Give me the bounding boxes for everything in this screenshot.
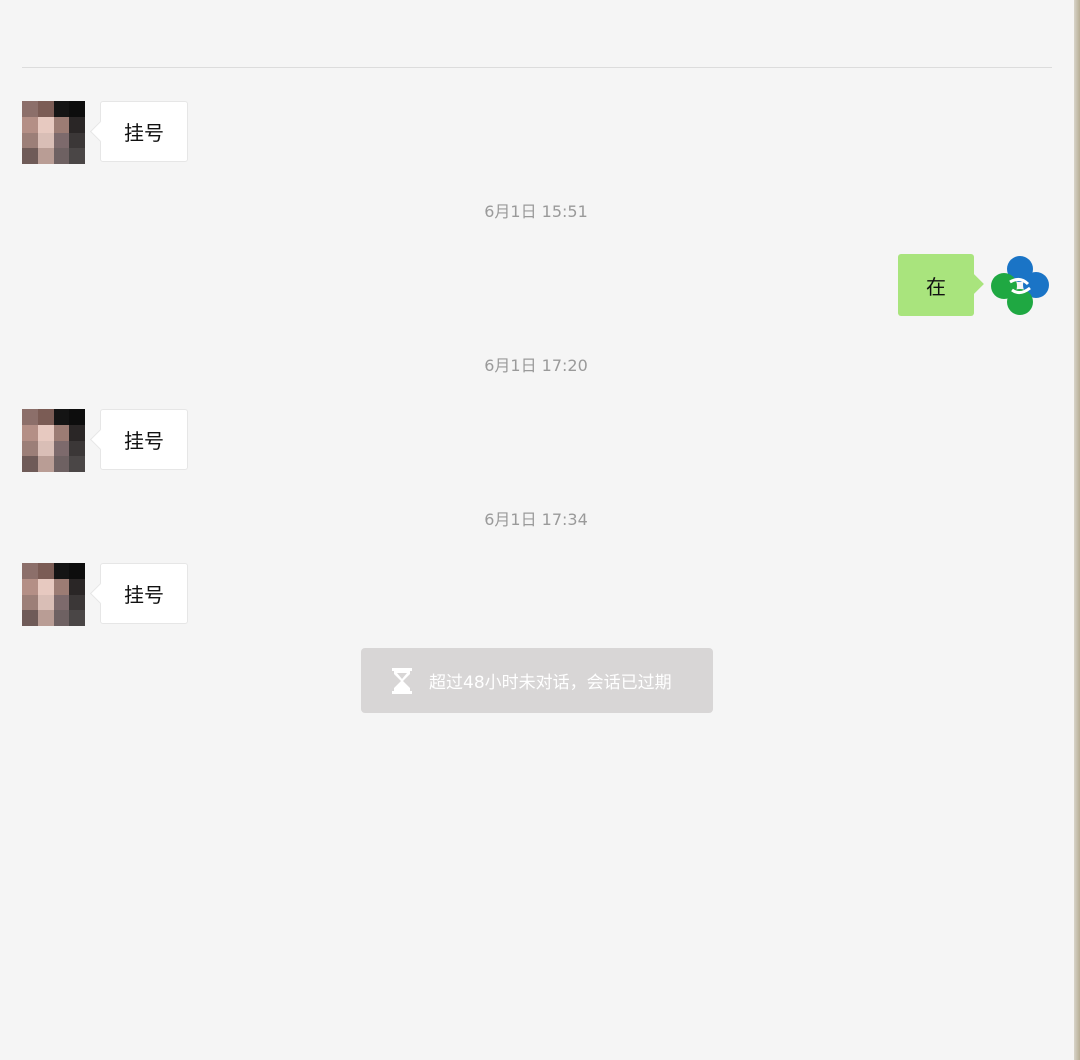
- received-message-bubble[interactable]: 挂号: [100, 409, 188, 470]
- user-avatar[interactable]: [988, 254, 1052, 318]
- sent-message-bubble[interactable]: 在: [898, 254, 974, 316]
- contact-avatar[interactable]: [22, 409, 85, 472]
- header-divider: [22, 67, 1052, 68]
- message-timestamp: 6月1日 17:34: [484, 510, 588, 529]
- window-right-edge: [1074, 0, 1080, 1060]
- hourglass-icon: [391, 667, 413, 694]
- session-expired-text: 超过48小时未对话，会话已过期: [429, 673, 672, 693]
- contact-avatar[interactable]: [22, 563, 85, 626]
- session-expired-notice: 超过48小时未对话，会话已过期: [361, 648, 713, 713]
- received-message-bubble[interactable]: 挂号: [100, 101, 188, 162]
- contact-avatar[interactable]: [22, 101, 85, 164]
- message-timestamp: 6月1日 15:51: [484, 202, 588, 221]
- received-message-bubble[interactable]: 挂号: [100, 563, 188, 624]
- message-timestamp: 6月1日 17:20: [484, 356, 588, 375]
- clover-logo-icon: [991, 256, 1049, 315]
